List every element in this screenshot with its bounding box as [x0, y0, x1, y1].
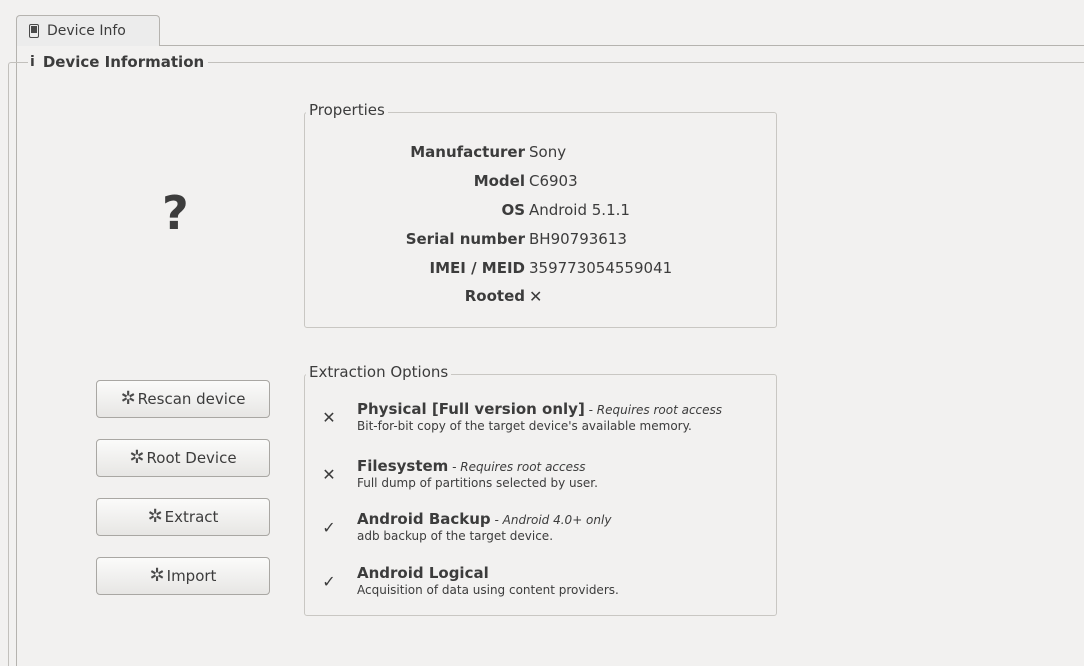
phone-icon: [29, 24, 39, 38]
gear-icon: ✲: [149, 565, 165, 586]
option-note: - Android 4.0+ only: [490, 513, 612, 527]
property-value: Sony: [529, 143, 567, 161]
gear-icon: ✲: [147, 506, 163, 527]
option-title: Filesystem: [357, 457, 449, 475]
property-row-imei: IMEI / MEID 359773054559041: [304, 259, 777, 283]
option-title: Android Backup: [357, 510, 491, 528]
unavailable-icon: ✕: [322, 465, 336, 484]
property-key: Serial number: [405, 230, 525, 248]
property-key: Manufacturer: [410, 143, 525, 161]
property-row-model: Model C6903: [304, 172, 777, 196]
import-button[interactable]: ✲ Import: [96, 557, 270, 595]
option-title: Physical [Full version only]: [357, 400, 585, 418]
properties-title: Properties: [306, 101, 388, 119]
option-title: Android Logical: [357, 564, 489, 582]
button-label: Root Device: [146, 449, 237, 467]
device-information-legend: i Device Information: [28, 53, 209, 71]
property-key: IMEI / MEID: [429, 259, 525, 277]
extraction-options-title: Extraction Options: [306, 363, 452, 381]
option-description: Full dump of partitions selected by user…: [357, 476, 598, 490]
property-value: BH90793613: [529, 230, 627, 248]
option-note: - Requires root access: [448, 460, 586, 474]
property-key: Model: [473, 172, 525, 190]
property-row-os: OS Android 5.1.1: [304, 201, 777, 225]
device-image-placeholder: ?: [162, 186, 189, 240]
rescan-device-button[interactable]: ✲ Rescan device: [96, 380, 270, 418]
property-value: Android 5.1.1: [529, 201, 630, 219]
property-row-serial-number: Serial number BH90793613: [304, 230, 777, 254]
group-title: Device Information: [42, 53, 205, 71]
tab-label: Device Info: [47, 23, 126, 39]
property-row-manufacturer: Manufacturer Sony: [304, 143, 777, 167]
option-description: Bit-for-bit copy of the target device's …: [357, 419, 692, 433]
root-device-button[interactable]: ✲ Root Device: [96, 439, 270, 477]
property-key: Rooted: [464, 287, 525, 305]
rooted-status-icon: ✕: [529, 287, 543, 306]
option-description: adb backup of the target device.: [357, 529, 554, 543]
extract-button[interactable]: ✲ Extract: [96, 498, 270, 536]
button-label: Rescan device: [137, 390, 246, 408]
property-value: C6903: [529, 172, 578, 190]
check-icon: ✓: [322, 518, 336, 537]
option-note: - Requires root access: [584, 403, 723, 417]
property-row-rooted: Rooted ✕: [304, 287, 777, 311]
property-key: OS: [501, 201, 525, 219]
gear-icon: ✲: [129, 447, 145, 468]
tab-device-info[interactable]: Device Info: [16, 15, 160, 46]
info-icon: i: [30, 54, 35, 70]
button-label: Import: [166, 567, 217, 585]
option-description: Acquisition of data using content provid…: [357, 583, 619, 597]
unavailable-icon: ✕: [322, 408, 336, 427]
button-label: Extract: [164, 508, 219, 526]
check-icon: ✓: [322, 572, 336, 591]
property-value: 359773054559041: [529, 259, 673, 277]
gear-icon: ✲: [120, 388, 136, 409]
